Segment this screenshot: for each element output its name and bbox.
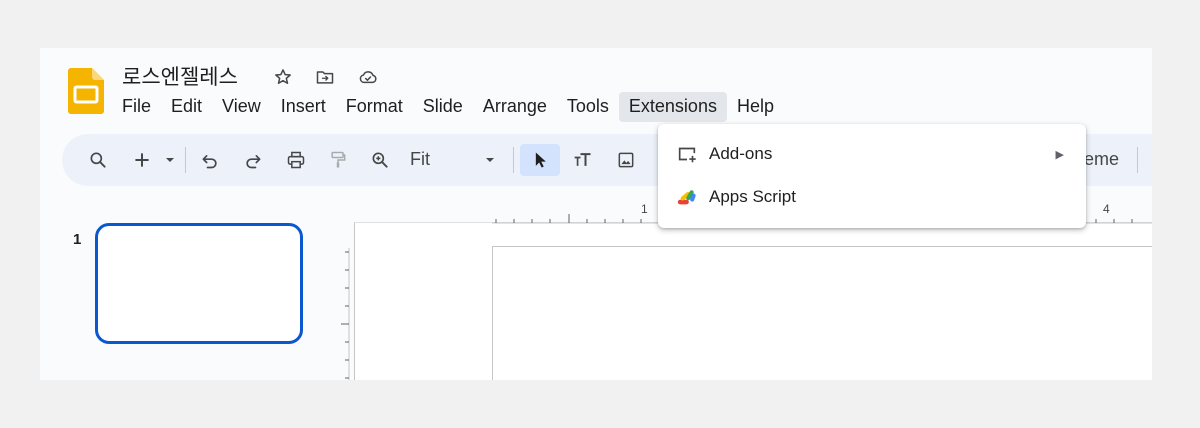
menu-item-add-ons[interactable]: Add-ons ▶ [658, 133, 1086, 175]
print-icon[interactable] [280, 144, 312, 176]
zoom-dropdown-icon[interactable] [480, 144, 500, 176]
undo-icon[interactable] [194, 144, 226, 176]
toolbar-separator [185, 147, 186, 173]
menu-tools[interactable]: Tools [557, 92, 619, 122]
menu-format[interactable]: Format [336, 92, 413, 122]
slides-app: 로스엔젤레스 File Edit View Insert Format Slid… [40, 48, 1152, 380]
new-slide-dropdown-icon[interactable] [160, 144, 180, 176]
image-icon[interactable] [610, 144, 642, 176]
add-ons-icon [678, 147, 696, 163]
text-box-icon[interactable] [565, 144, 601, 176]
slide-number: 1 [73, 231, 82, 248]
search-icon[interactable] [82, 144, 114, 176]
menu-item-apps-script[interactable]: Apps Script [658, 176, 1086, 218]
slide-thumbnail[interactable] [95, 223, 303, 344]
menu-help[interactable]: Help [727, 92, 784, 122]
move-to-folder-icon[interactable] [313, 65, 337, 89]
zoom-select[interactable]: Fit [410, 149, 430, 170]
new-slide-icon[interactable] [126, 144, 158, 176]
star-icon[interactable] [271, 65, 295, 89]
apps-script-icon [677, 190, 696, 205]
ruler-label: 4 [1103, 202, 1110, 216]
submenu-arrow-icon: ▶ [1055, 148, 1064, 161]
ruler-label: 1 [641, 202, 648, 216]
theme-button-label[interactable]: eme [1084, 149, 1119, 170]
select-icon[interactable] [520, 144, 560, 176]
menu-file[interactable]: File [112, 92, 161, 122]
redo-icon[interactable] [237, 144, 269, 176]
menu-extensions[interactable]: Extensions [618, 92, 727, 122]
paint-format-icon[interactable] [322, 144, 354, 176]
menu-view[interactable]: View [212, 92, 271, 122]
menu-edit[interactable]: Edit [161, 92, 212, 122]
extensions-menu: Add-ons ▶ Apps Script [658, 124, 1086, 228]
toolbar-separator [513, 147, 514, 173]
zoom-icon[interactable] [364, 144, 396, 176]
google-slides-logo-icon[interactable] [68, 68, 104, 114]
toolbar-separator [1137, 147, 1138, 173]
menu-slide[interactable]: Slide [413, 92, 473, 122]
menu-insert[interactable]: Insert [271, 92, 336, 122]
menu-item-label: Apps Script [709, 187, 796, 206]
menu-arrange[interactable]: Arrange [473, 92, 557, 122]
vertical-ruler[interactable] [340, 248, 354, 380]
slide-canvas[interactable] [492, 246, 1152, 380]
cloud-saved-icon[interactable] [356, 65, 380, 89]
document-title[interactable]: 로스엔젤레스 [122, 61, 238, 91]
menu-bar: File Edit View Insert Format Slide Arran… [112, 92, 784, 122]
menu-item-label: Add-ons [709, 144, 773, 163]
